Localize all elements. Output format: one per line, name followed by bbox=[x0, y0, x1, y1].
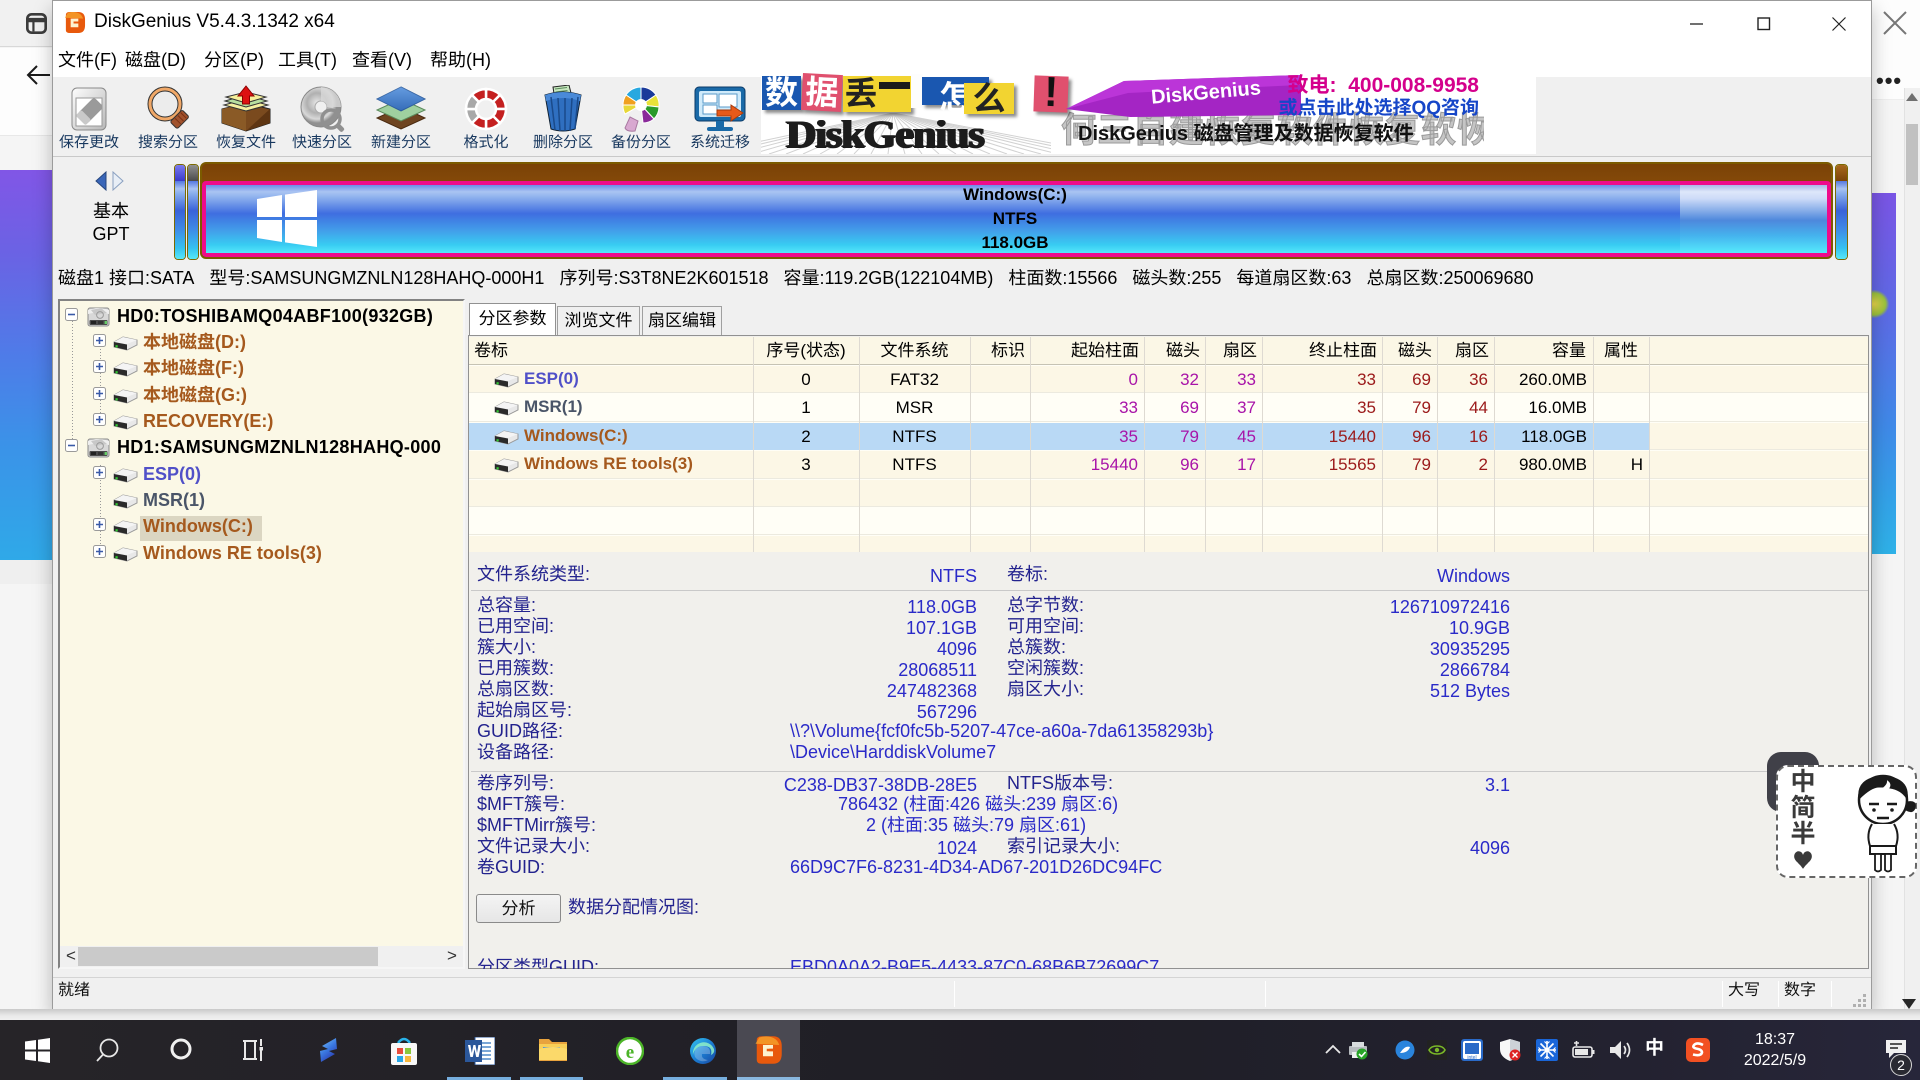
svg-text:intel: intel bbox=[1467, 1055, 1476, 1061]
svg-text:e: e bbox=[626, 1042, 634, 1063]
